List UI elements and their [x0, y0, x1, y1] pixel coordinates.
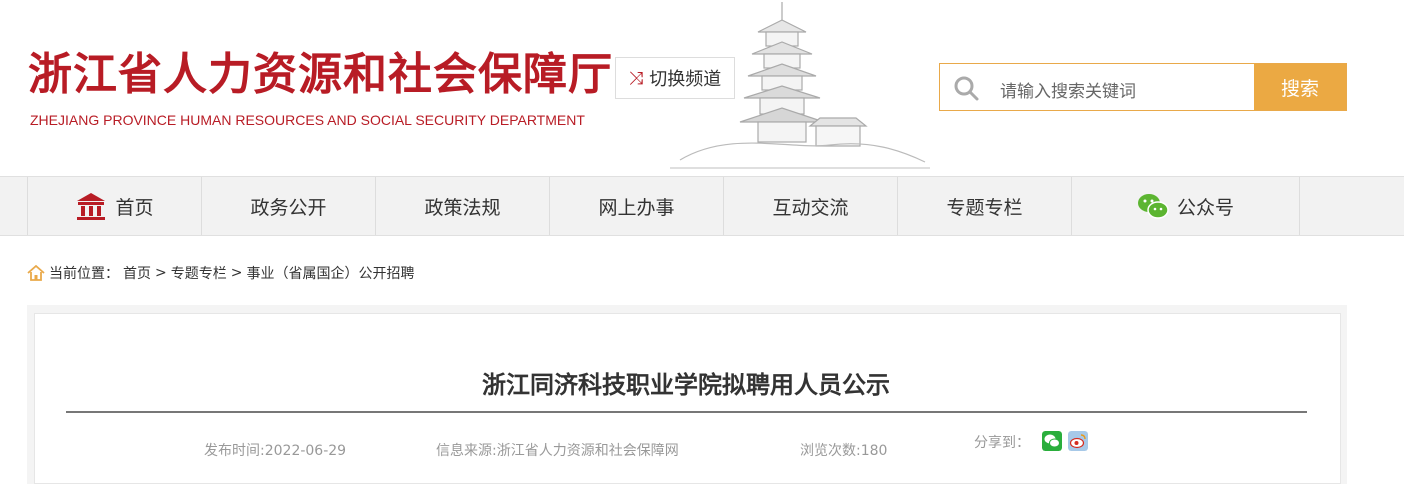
share-label: 分享到：	[974, 435, 1030, 451]
home-icon	[77, 193, 106, 220]
info-source: 信息来源:浙江省人力资源和社会保障网	[436, 443, 679, 459]
main-nav: 首页 政务公开 政策法规 网上办事 互动交流 专题专栏 公众号	[0, 176, 1404, 236]
nav-label: 公众号	[1176, 196, 1234, 219]
nav-label: 首页	[115, 196, 154, 219]
breadcrumb-separator: >	[230, 265, 243, 281]
breadcrumb: 当前位置： 首页 > 专题专栏 > 事业（省属国企）公开招聘	[27, 263, 414, 283]
breadcrumb-recruitment[interactable]: 事业（省属国企）公开招聘	[246, 263, 414, 283]
nav-item-gov-affairs[interactable]: 政务公开	[202, 177, 376, 235]
location-home-icon	[27, 265, 45, 281]
share-weibo-icon[interactable]	[1068, 431, 1088, 451]
nav-item-home[interactable]: 首页	[28, 177, 202, 235]
nav-item-policies[interactable]: 政策法规	[376, 177, 550, 235]
nav-item-wechat[interactable]: 公众号	[1072, 177, 1300, 235]
title-divider	[66, 411, 1307, 413]
site-header: 浙江省人力资源和社会保障厅 ZHEJIANG PROVINCE HUMAN RE…	[0, 0, 1404, 176]
site-logo-title[interactable]: 浙江省人力资源和社会保障厅	[28, 38, 613, 102]
site-logo-subtitle: ZHEJIANG PROVINCE HUMAN RESOURCES AND SO…	[30, 112, 585, 128]
pagoda-illustration	[670, 2, 930, 169]
search-input[interactable]: 请输入搜索关键词	[1000, 77, 1136, 102]
breadcrumb-special-topics[interactable]: 专题专栏	[171, 263, 227, 283]
nav-item-special-topics[interactable]: 专题专栏	[898, 177, 1072, 235]
search-icon	[954, 76, 979, 101]
shuffle-icon: ⤨	[628, 67, 644, 89]
nav-item-interaction[interactable]: 互动交流	[724, 177, 898, 235]
breadcrumb-prefix: 当前位置：	[49, 266, 119, 282]
search-box: 请输入搜索关键词 搜索	[939, 63, 1347, 111]
article-title: 浙江同济科技职业学院拟聘用人员公示	[482, 371, 890, 399]
publish-time: 发布时间:2022-06-29	[204, 443, 347, 459]
breadcrumb-home[interactable]: 首页	[123, 263, 151, 283]
view-count: 浏览次数:180	[800, 443, 888, 459]
wechat-icon	[1137, 194, 1169, 219]
breadcrumb-separator: >	[155, 265, 167, 281]
search-button[interactable]: 搜索	[1254, 64, 1346, 110]
nav-item-online-services[interactable]: 网上办事	[550, 177, 724, 235]
share-wechat-icon[interactable]	[1042, 431, 1062, 451]
